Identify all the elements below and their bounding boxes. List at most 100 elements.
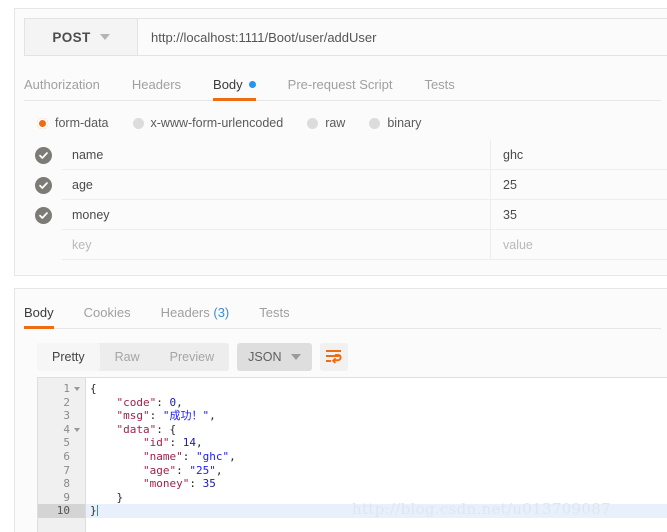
line-number-label: 9: [63, 490, 70, 504]
line-number: 4: [38, 423, 85, 437]
form-data-value-input[interactable]: 25: [490, 170, 667, 200]
response-tab-body[interactable]: Body: [24, 305, 54, 329]
code-token: }: [90, 504, 97, 518]
view-mode-preview[interactable]: Preview: [155, 343, 229, 371]
code-token: ,: [229, 449, 236, 463]
code-line: "name": "ghc",: [86, 450, 667, 464]
view-mode-pretty[interactable]: Pretty: [37, 343, 100, 371]
form-data-value-input[interactable]: ghc: [490, 140, 667, 170]
code-token: {: [90, 382, 97, 395]
word-wrap-icon[interactable]: [320, 343, 349, 371]
response-tab-strip: Body Cookies Headers (3) Tests: [24, 297, 661, 329]
code-token: "money": [142, 477, 190, 491]
form-data-key-input[interactable]: name: [62, 140, 490, 170]
code-token: "data": [116, 422, 157, 436]
language-dropdown[interactable]: JSON: [237, 343, 313, 371]
body-type-label: raw: [325, 116, 346, 130]
form-data-row: name ghc: [24, 140, 667, 170]
response-body-editor[interactable]: 1 2 3 4 5 6 7 8 9 10 { "code": 0, "msg": "成功！", "…: [37, 377, 667, 532]
response-body-code[interactable]: { "code": 0, "msg": "成功！", "data": { "id…: [86, 378, 667, 532]
http-method-dropdown[interactable]: POST: [25, 19, 138, 55]
response-tab-headers[interactable]: Headers (3): [161, 305, 230, 328]
response-tab-label: Headers: [160, 305, 210, 320]
request-tab-label: Pre-request Script: [287, 77, 393, 92]
response-tab-count: (3): [209, 305, 230, 320]
response-view-toolbar: Pretty Raw Preview JSON: [37, 343, 667, 371]
request-tab-headers[interactable]: Headers: [132, 77, 181, 100]
code-line: }: [86, 491, 667, 505]
code-line: }: [86, 504, 667, 518]
code-token: ,: [209, 409, 216, 423]
unsaved-dot-icon: [248, 81, 256, 88]
chevron-down-icon: [99, 34, 110, 40]
code-token: :: [149, 409, 163, 423]
request-tab-tests[interactable]: Tests: [424, 77, 454, 100]
form-data-key-input[interactable]: age: [62, 170, 490, 200]
code-token: "msg": [116, 409, 150, 423]
radio-button-icon[interactable]: [132, 117, 144, 129]
request-tab-pre-request-script[interactable]: Pre-request Script: [288, 77, 393, 100]
form-data-key-input[interactable]: key: [62, 230, 490, 260]
line-number-label: 6: [63, 449, 70, 463]
row-enable-cell: [24, 206, 62, 224]
http-method-label: POST: [52, 29, 91, 45]
fold-arrow-icon[interactable]: [74, 427, 80, 432]
url-input[interactable]: http://localhost:1111/Boot/user/addUser: [138, 19, 667, 55]
response-tab-label: Body: [24, 305, 54, 320]
url-value: http://localhost:1111/Boot/user/addUser: [151, 29, 377, 45]
code-token: {: [169, 422, 177, 436]
response-tab-tests[interactable]: Tests: [259, 305, 289, 328]
text-caret: [96, 505, 98, 517]
checkbox-checked-icon[interactable]: [34, 206, 52, 224]
body-type-form-data[interactable]: form-data: [37, 116, 109, 130]
line-number-label: 1: [63, 382, 70, 395]
line-number: 3: [38, 409, 85, 423]
request-tab-authorization[interactable]: Authorization: [24, 77, 100, 100]
request-tab-body[interactable]: Body: [213, 77, 256, 101]
line-number: 2: [38, 396, 85, 410]
line-number: 6: [38, 450, 85, 464]
form-data-value-input[interactable]: 35: [490, 200, 667, 230]
code-token: "25": [189, 463, 216, 477]
request-tab-strip: Authorization Headers Body Pre-request Scri…: [24, 68, 661, 101]
response-tab-label: Cookies: [83, 305, 131, 320]
line-number: 10: [38, 504, 85, 518]
checkbox-checked-icon[interactable]: [34, 176, 52, 194]
view-mode-raw[interactable]: Raw: [100, 343, 155, 371]
line-number: 9: [38, 491, 85, 505]
body-type-raw[interactable]: raw: [307, 116, 345, 130]
line-number: 5: [38, 436, 85, 450]
checkmark-glyph: [38, 181, 48, 189]
form-data-value-input[interactable]: value: [490, 230, 667, 260]
code-line: "age": "25",: [86, 464, 667, 478]
request-tab-label: Headers: [131, 77, 182, 92]
request-tab-label: Body: [213, 77, 243, 92]
line-number: 8: [38, 477, 85, 491]
code-token: :: [189, 477, 203, 491]
radio-button-icon[interactable]: [369, 117, 381, 129]
radio-button-icon[interactable]: [37, 117, 48, 129]
body-type-x-www-form-urlencoded[interactable]: x-www-form-urlencoded: [132, 116, 283, 130]
code-token: }: [116, 490, 124, 504]
code-token: 14: [182, 436, 196, 450]
body-type-binary[interactable]: binary: [369, 116, 421, 130]
radio-button-icon[interactable]: [307, 117, 319, 129]
line-number-label: 10: [56, 504, 70, 518]
code-token: ,: [215, 463, 223, 477]
word-wrap-glyph: [326, 350, 343, 364]
row-enable-cell: [24, 146, 62, 164]
line-number-label: 7: [63, 463, 70, 477]
form-data-key-input[interactable]: money: [62, 200, 490, 230]
code-token: "成功！": [162, 409, 210, 423]
response-tab-cookies[interactable]: Cookies: [84, 305, 131, 328]
row-enable-cell: [24, 176, 62, 194]
checkbox-checked-icon[interactable]: [34, 146, 52, 164]
line-number-label: 3: [63, 409, 70, 423]
code-token: :: [182, 449, 196, 463]
fold-arrow-icon[interactable]: [74, 386, 80, 391]
line-number: 1: [38, 382, 85, 396]
body-type-radio-group: form-data x-www-form-urlencoded raw binary: [37, 116, 667, 130]
